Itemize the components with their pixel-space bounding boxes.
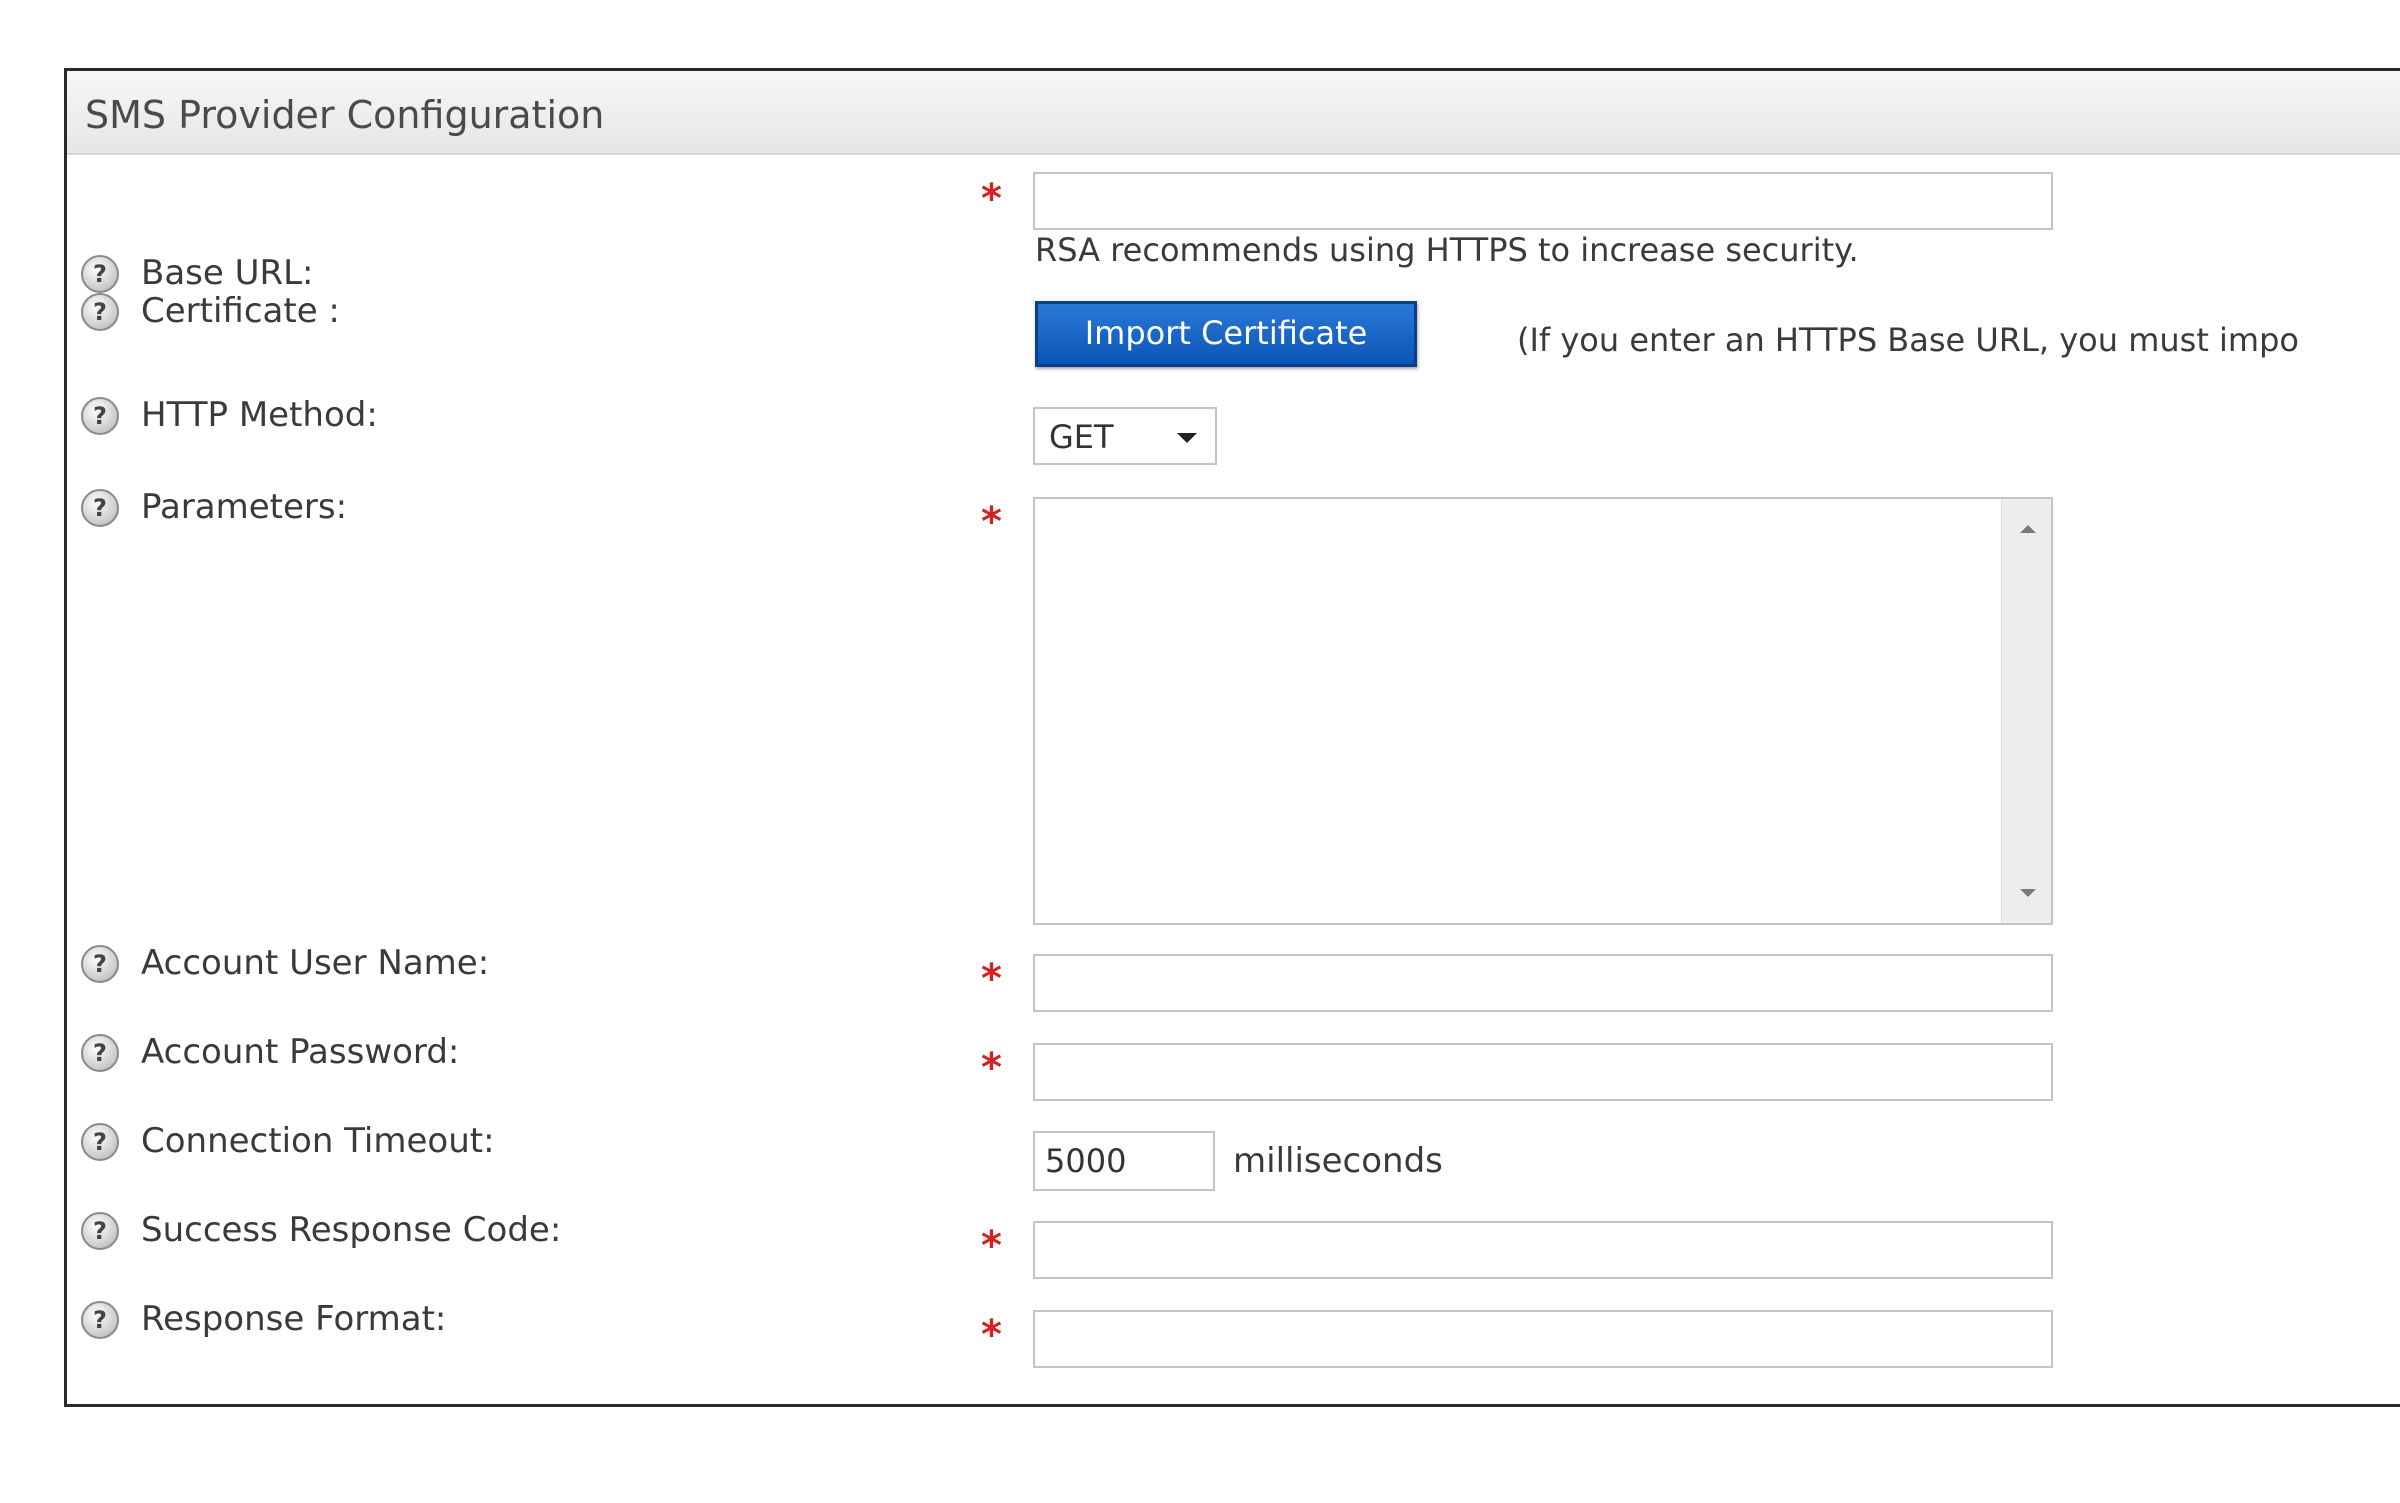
help-icon[interactable]: ? (81, 1034, 119, 1072)
success-response-code-label: Success Response Code: (141, 1210, 562, 1250)
help-icon[interactable]: ? (81, 397, 119, 435)
success-response-code-input[interactable] (1033, 1221, 2053, 1279)
sms-provider-configuration-panel: SMS Provider Configuration ? Base URL: *… (64, 68, 2400, 1407)
help-icon[interactable]: ? (81, 293, 119, 331)
import-certificate-button[interactable]: Import Certificate (1035, 301, 1417, 367)
help-icon[interactable]: ? (81, 1123, 119, 1161)
help-icon[interactable]: ? (81, 1212, 119, 1250)
response-format-input[interactable] (1033, 1310, 2053, 1368)
required-marker: * (981, 1045, 1002, 1091)
account-user-name-label: Account User Name: (141, 943, 490, 983)
help-icon[interactable]: ? (81, 489, 119, 527)
http-method-label: HTTP Method: (141, 395, 378, 435)
base-url-label: Base URL: (141, 253, 314, 293)
account-user-name-input[interactable] (1033, 954, 2053, 1012)
base-url-input[interactable] (1033, 172, 2053, 230)
base-url-hint: RSA recommends using HTTPS to increase s… (1035, 231, 1859, 269)
help-icon[interactable]: ? (81, 945, 119, 983)
panel-title: SMS Provider Configuration (85, 93, 605, 137)
help-icon[interactable]: ? (81, 1301, 119, 1339)
panel-header: SMS Provider Configuration (67, 71, 2400, 155)
http-method-selected-value: GET (1049, 418, 1114, 456)
response-format-label: Response Format: (141, 1299, 447, 1339)
connection-timeout-unit: milliseconds (1233, 1141, 1443, 1181)
parameters-textarea-container (1033, 497, 2053, 925)
account-password-input[interactable] (1033, 1043, 2053, 1101)
scroll-down-arrow-icon[interactable] (2020, 889, 2036, 897)
parameters-label: Parameters: (141, 487, 348, 527)
required-marker: * (981, 176, 1002, 222)
connection-timeout-label: Connection Timeout: (141, 1121, 495, 1161)
scroll-up-arrow-icon[interactable] (2020, 525, 2036, 533)
chevron-down-icon (1177, 433, 1197, 443)
required-marker: * (981, 499, 1002, 545)
help-icon[interactable]: ? (81, 255, 119, 293)
connection-timeout-input[interactable] (1033, 1131, 1215, 1191)
certificate-note: (If you enter an HTTPS Base URL, you mus… (1517, 321, 2299, 359)
required-marker: * (981, 1223, 1002, 1269)
http-method-select[interactable]: GET (1033, 407, 1217, 465)
parameters-scrollbar[interactable] (2001, 499, 2051, 923)
required-marker: * (981, 956, 1002, 1002)
required-marker: * (981, 1312, 1002, 1358)
parameters-textarea[interactable] (1035, 499, 2001, 923)
account-password-label: Account Password: (141, 1032, 460, 1072)
certificate-label: Certificate : (141, 291, 340, 331)
